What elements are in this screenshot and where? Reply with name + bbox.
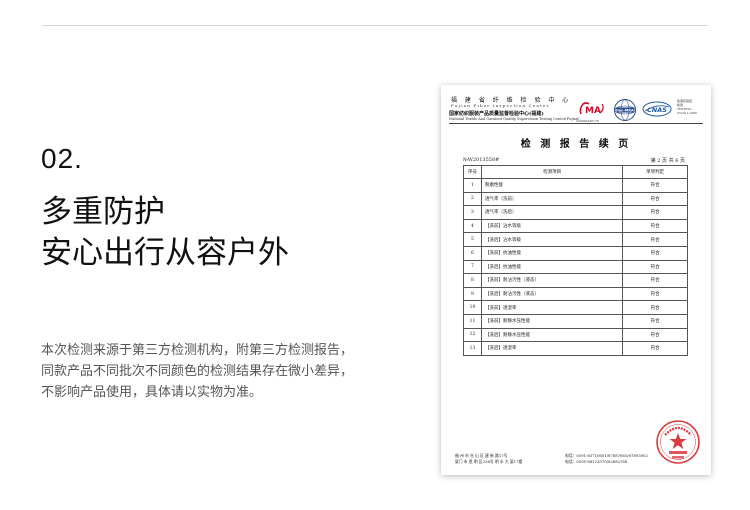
row-number: 5 [463,232,482,247]
cma-logo-icon: MA [579,102,604,116]
report-table-row: 7 【洗后】抗油性能 符合 [463,259,688,275]
report-page-info: 第 2 页 共 6 页 [650,158,685,164]
report-table-row: 5 【洗后】沾水等级 符合 [463,232,688,247]
report-header-rule [449,123,703,124]
row-test-item: 【洗后】耐静水压性能 [480,327,624,343]
description-line-2: 同款产品不同批次不同颜色的检测结果存在微小差异， [41,364,354,379]
description-line-3: 不影响产品使用，具体请以实物为准。 [41,385,263,400]
report-number: №W2013558# [463,157,500,163]
row-number: 1 [463,178,482,193]
cma-number: 220000340178 [576,119,599,123]
report-table-row: 11 【洗前】耐静水压性能 符合 [463,313,688,329]
report-table-row: 1 耐磨性能 符合 [463,178,688,193]
report-table-row: 3 透气率（洗后） 符合 [463,205,688,220]
report-table-row: 6 【洗前】抗油性能 符合 [463,245,688,261]
row-test-item: 【洗前】透湿率 [480,300,624,315]
column-header-result: 单项判定 [622,165,688,179]
accreditation-text: 检测实验室 检测 TESTING CNAS L1998 [677,99,697,115]
report-table: 序号 检测项目 单项判定 1 耐磨性能 符合 2 透气率（洗前） 符合 3 透气率（洗后） 符合… [463,165,688,356]
section-headline: 多重防护 安心出行从容户外 [41,192,289,274]
row-result: 符合 [622,286,688,302]
headline-line-1: 多重防护 [41,194,165,230]
row-test-item: 透气率（洗前） [480,191,624,207]
report-table-row: 9 【洗后】耐沾污性（液态） 符合 [463,286,688,302]
row-test-item: 【洗后】抗油性能 [480,259,624,275]
report-title: 检 测 报 告 续 页 [520,139,632,150]
row-number: 11 [463,313,482,329]
report-org-name-en: Fujian Fiber Inspection Center [451,103,550,108]
row-result: 符合 [622,191,688,207]
column-header-item: 检测项目 [480,165,624,179]
report-table-header: 序号 检测项目 单项判定 [463,165,688,179]
row-test-item: 【洗前】沾水等级 [480,218,624,234]
row-test-item: 【洗前】抗油性能 [480,245,624,261]
svg-text:ilac-MRA: ilac-MRA [616,109,634,113]
row-number: 7 [463,259,482,275]
row-number: 2 [463,191,482,207]
row-test-item: 【洗前】耐静水压性能 [480,313,624,329]
row-number: 13 [463,341,482,356]
report-table-row: 10 【洗前】透湿率 符合 [463,300,688,315]
row-result: 符合 [622,218,688,234]
report-table-row: 13 【洗后】透湿率 符合 [463,341,688,356]
column-header-no: 序号 [463,165,482,179]
row-result: 符合 [622,205,688,220]
ilac-mra-logo-icon: ilac-MRA [614,99,636,121]
row-number: 10 [463,300,482,315]
row-number: 6 [463,245,482,261]
row-result: 符合 [622,313,688,329]
row-number: 12 [463,327,482,343]
report-footer-phone: 电话：0591-83710601/87887065/87893952 电话：05… [565,453,648,464]
row-test-item: 【洗后】沾水等级 [480,232,624,247]
test-report-image: 福 建 省 纤 维 检 验 中 心 Fujian Fiber Inspectio… [441,85,711,475]
section-description: 本次检测来源于第三方检测机构，附第三方检测报告， 同款产品不同批次不同颜色的检测… [41,340,371,403]
report-table-row: 8 【洗前】耐沾污性（液态） 符合 [463,273,688,288]
report-center-name-en: National Textile And Garment Quality Sup… [449,117,580,121]
row-test-item: 【洗后】耐沾污性（液态） [480,286,624,302]
row-result: 符合 [622,245,688,261]
official-seal-icon [656,420,700,464]
row-test-item: 【洗前】耐沾污性（液态） [480,273,624,288]
cnas-logo-icon: CNAS [642,101,672,117]
row-result: 符合 [622,273,688,288]
top-divider [42,25,708,26]
row-result: 符合 [622,259,688,275]
row-test-item: 透气率（洗后） [480,205,624,220]
svg-text:MA: MA [585,106,601,116]
headline-line-2: 安心出行从容户外 [41,235,289,271]
report-table-row: 2 透气率（洗前） 符合 [463,191,688,207]
row-test-item: 【洗后】透湿率 [480,341,624,356]
row-result: 符合 [622,341,688,356]
row-number: 8 [463,273,482,288]
row-number: 3 [463,205,482,220]
row-number: 9 [463,286,482,302]
row-result: 符合 [622,232,688,247]
report-table-row: 4 【洗前】沾水等级 符合 [463,218,688,234]
section-number: 02. [41,143,83,174]
row-result: 符合 [622,178,688,193]
report-center-name: 国家纺织服装产品质量监督检验中心(福建) [449,111,544,117]
row-test-item: 耐磨性能 [480,178,624,193]
description-line-1: 本次检测来源于第三方检测机构，附第三方检测报告， [41,343,354,358]
row-number: 4 [463,218,482,234]
report-footer-address: 福 州 市 仓 山 区 建 新 路17号 厦门 市 思 明 区236号 明 丰 … [455,453,523,464]
row-result: 符合 [622,327,688,343]
row-result: 符合 [622,300,688,315]
svg-text:CNAS: CNAS [647,106,667,114]
report-table-row: 12 【洗后】耐静水压性能 符合 [463,327,688,343]
